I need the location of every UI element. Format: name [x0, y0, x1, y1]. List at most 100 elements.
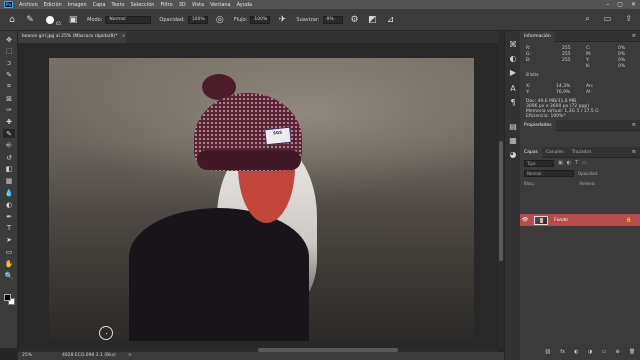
styles-icon[interactable]: ▤: [508, 121, 518, 131]
layer-style-icon[interactable]: fx: [560, 349, 565, 357]
flow-field[interactable]: 100%: [250, 15, 271, 24]
menu-3d[interactable]: 3D: [179, 2, 186, 8]
filter-adjust-icon[interactable]: ◐: [567, 160, 571, 166]
blur-tool-icon[interactable]: 💧: [3, 188, 15, 197]
character-icon[interactable]: A: [508, 83, 518, 93]
right-panels: Información ≡ R: 255 G: 255 B: 255 C: 0%…: [520, 30, 640, 360]
menu-ayuda[interactable]: Ayuda: [237, 2, 252, 8]
layer-lock-row: Bloq.: Relleno:: [520, 178, 640, 188]
panel-menu-icon[interactable]: ≡: [632, 149, 636, 155]
menu-capa[interactable]: Capa: [93, 2, 106, 8]
new-layer-icon[interactable]: ⊕: [616, 349, 620, 357]
menu-ventana[interactable]: Ventana: [210, 2, 231, 8]
dodge-tool-icon[interactable]: ◐: [3, 200, 15, 209]
window-controls: – ▢ ✕: [606, 1, 636, 8]
add-mask-icon[interactable]: ◐: [574, 349, 578, 357]
minimize-button[interactable]: –: [606, 1, 609, 8]
status-menu-arrow[interactable]: >: [128, 352, 132, 360]
eye-icon[interactable]: 👁: [520, 217, 530, 223]
filter-shape-icon[interactable]: ▭: [582, 160, 587, 166]
info-m-value: 0%: [618, 52, 626, 57]
tab-propiedades[interactable]: Propiedades: [520, 119, 556, 131]
history-brush-tool-icon[interactable]: ↺: [3, 153, 15, 162]
photoshop-logo-icon[interactable]: Ps: [4, 1, 13, 8]
menu-texto[interactable]: Texto: [111, 2, 124, 8]
brush-tool-icon[interactable]: ✎: [3, 129, 15, 139]
zoom-level[interactable]: 25%: [22, 352, 32, 360]
paragraph-icon[interactable]: ¶: [508, 97, 518, 107]
opacity-field[interactable]: 100%: [187, 15, 208, 24]
pressure-size-icon[interactable]: ◩: [367, 14, 379, 26]
rectangle-tool-icon[interactable]: ▭: [3, 247, 15, 256]
foreground-color-swatch[interactable]: [4, 294, 11, 301]
gradient-tool-icon[interactable]: ▦: [3, 177, 15, 186]
menu-seleccion[interactable]: Selección: [131, 2, 155, 8]
document-image[interactable]: SGS: [49, 58, 474, 341]
tab-capas[interactable]: Capas: [520, 146, 542, 158]
tab-informacion[interactable]: Información: [520, 30, 555, 42]
gear-icon[interactable]: ⚙: [349, 14, 361, 26]
mode-select[interactable]: Normal: [105, 15, 152, 24]
pressure-opacity-icon[interactable]: ◎: [214, 14, 226, 26]
adjustment-layer-icon[interactable]: ◑: [588, 349, 592, 357]
lasso-tool-icon[interactable]: ↄ: [3, 59, 15, 68]
panel-dock: ⌘ ◐ ▶ A ¶ ▤ ▦ ◕: [504, 31, 520, 360]
zoom-tool-icon[interactable]: 🔍: [3, 271, 15, 280]
pen-tool-icon[interactable]: ✒: [3, 212, 15, 221]
quick-select-tool-icon[interactable]: ✎: [3, 70, 15, 79]
play-icon[interactable]: ▶: [508, 67, 518, 77]
color-icon[interactable]: ◕: [508, 149, 518, 159]
layer-row-fondo[interactable]: 👁 Fondo 🔒: [520, 214, 640, 226]
hand-tool-icon[interactable]: ✋: [3, 259, 15, 268]
home-icon[interactable]: ⌂: [6, 14, 18, 26]
link-layers-icon[interactable]: ⛓: [545, 349, 551, 357]
swatches-icon[interactable]: ▦: [508, 135, 518, 145]
menu-filtro[interactable]: Filtro: [160, 2, 172, 8]
share-icon[interactable]: ⇪: [625, 14, 632, 24]
marquee-tool-icon[interactable]: ⬚: [3, 47, 15, 56]
new-group-icon[interactable]: ▭: [602, 349, 607, 357]
trash-icon[interactable]: 🗑: [629, 349, 635, 357]
workspace-icon[interactable]: ▭: [604, 14, 612, 24]
smoothing-field[interactable]: 0%: [322, 15, 343, 24]
menu-imagen[interactable]: Imagen: [68, 2, 87, 8]
fill-label: Relleno:: [579, 180, 596, 186]
tab-canales[interactable]: Canales: [542, 147, 568, 158]
document-tab[interactable]: beanie girl.jpg al 25% (Máscara rápida/8…: [18, 31, 126, 43]
menu-vista[interactable]: Vista: [192, 2, 204, 8]
layer-filter-select[interactable]: Tipo: [524, 159, 554, 167]
history-icon[interactable]: ⌘: [508, 39, 518, 49]
move-tool-icon[interactable]: ✥: [3, 35, 15, 44]
panel-menu-icon[interactable]: ≡: [632, 122, 636, 128]
adjustments-icon[interactable]: ◐: [508, 53, 518, 63]
blend-mode-select[interactable]: Normal: [524, 169, 574, 177]
search-icon[interactable]: ⌕: [585, 14, 589, 24]
symmetry-icon[interactable]: ⊿: [385, 14, 397, 26]
brush-settings-icon[interactable]: ▣: [67, 14, 79, 26]
clone-stamp-tool-icon[interactable]: ⎆: [3, 141, 15, 150]
frame-tool-icon[interactable]: ⊠: [3, 94, 15, 103]
type-tool-icon[interactable]: T: [3, 224, 15, 233]
filter-type-icon[interactable]: T: [575, 160, 578, 166]
lock-icon[interactable]: 🔒: [626, 217, 632, 223]
vertical-scroll-thumb[interactable]: [499, 141, 503, 261]
path-select-tool-icon[interactable]: ➤: [3, 236, 15, 245]
brush-preview-icon[interactable]: [46, 15, 54, 24]
airbrush-icon[interactable]: ✈: [276, 14, 288, 26]
panel-menu-icon[interactable]: ≡: [632, 33, 636, 39]
eraser-tool-icon[interactable]: ◧: [3, 165, 15, 174]
layers-footer-toolbar: ⛓ fx ◐ ◑ ▭ ⊕ 🗑: [540, 349, 640, 357]
brush-preset-icon[interactable]: ✎: [24, 14, 36, 26]
close-button[interactable]: ✕: [631, 1, 636, 8]
menu-edicion[interactable]: Edición: [44, 2, 62, 8]
layer-name[interactable]: Fondo: [554, 218, 568, 223]
canvas-area[interactable]: SGS: [18, 43, 498, 348]
healing-tool-icon[interactable]: ✚: [3, 118, 15, 127]
filter-pixel-icon[interactable]: ▣: [558, 160, 563, 166]
eyedropper-tool-icon[interactable]: ✑: [3, 106, 15, 115]
tab-close-icon[interactable]: ×: [122, 34, 126, 39]
tab-trazados[interactable]: Trazados: [568, 147, 596, 158]
maximize-button[interactable]: ▢: [617, 1, 623, 8]
crop-tool-icon[interactable]: ⌗: [3, 82, 15, 91]
menu-archivo[interactable]: Archivo: [19, 2, 38, 8]
